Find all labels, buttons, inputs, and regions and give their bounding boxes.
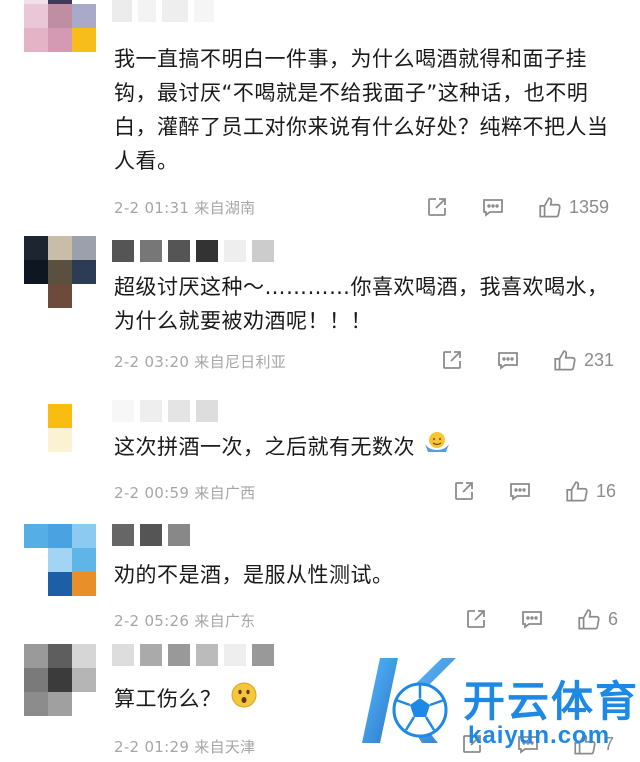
thumbs-up-icon[interactable] — [537, 195, 561, 219]
shrug-emoji-icon — [422, 430, 452, 466]
like-count: 231 — [584, 349, 615, 370]
comment-meta: 2-2 01:31 来自湖南 — [114, 199, 256, 217]
share-icon[interactable] — [464, 607, 488, 631]
username-blurred[interactable] — [112, 644, 274, 666]
like-count: 16 — [596, 480, 617, 501]
comment-icon[interactable] — [508, 479, 532, 503]
comment-text: 这次拼酒一次，之后就有无数次 — [114, 430, 614, 466]
comment-meta: 2-2 03:20 来自尼日利亚 — [114, 353, 287, 371]
comment-meta: 2-2 05:26 来自广东 — [114, 612, 256, 630]
comment-icon[interactable] — [496, 348, 520, 372]
username-blurred[interactable] — [112, 400, 218, 422]
comment-actions: 6 — [464, 607, 618, 631]
watermark-logo: 开云体育 kaiyun.com — [350, 648, 640, 758]
avatar[interactable] — [48, 404, 72, 452]
comment-text-content: 这次拼酒一次，之后就有无数次 — [114, 435, 415, 459]
comment-text: 超级讨厌这种～…………你喜欢喝酒，我喜欢喝水，为什么就要被劝酒呢！！！ — [114, 275, 609, 333]
surprised-emoji-icon — [229, 680, 259, 720]
username-blurred[interactable] — [112, 524, 190, 546]
watermark-brand-en: kaiyun.com — [468, 722, 611, 749]
thumbs-up-icon[interactable] — [564, 479, 588, 503]
comment-meta: 2-2 00:59 来自广西 — [114, 484, 256, 502]
comment-meta: 2-2 01:29 来自天津 — [114, 738, 256, 756]
comment-text: 我一直搞不明白一件事，为什么喝酒就得和面子挂钩，最讨厌“不喝就是不给我面子”这种… — [114, 47, 609, 173]
username-blurred[interactable] — [112, 0, 214, 22]
kaiyun-logo-icon — [362, 658, 456, 743]
comment-actions: 16 — [452, 479, 616, 503]
comment-icon[interactable] — [520, 607, 544, 631]
like-count: 6 — [608, 608, 619, 629]
thumbs-up-icon[interactable] — [576, 607, 600, 631]
avatar[interactable] — [24, 0, 96, 52]
avatar[interactable] — [24, 644, 96, 716]
share-icon[interactable] — [452, 479, 476, 503]
share-icon[interactable] — [440, 348, 464, 372]
thumbs-up-icon[interactable] — [552, 348, 576, 372]
username-blurred[interactable] — [112, 240, 274, 262]
avatar[interactable] — [24, 524, 96, 596]
comment-icon[interactable] — [481, 195, 505, 219]
watermark-brand-cn: 开云体育 — [463, 677, 640, 726]
comment-text-content: 算工伤么？ — [114, 687, 222, 711]
comment-actions: 231 — [440, 348, 614, 372]
avatar[interactable] — [24, 236, 96, 308]
comment-actions: 1359 — [425, 195, 609, 219]
like-count: 1359 — [569, 196, 610, 217]
share-icon[interactable] — [425, 195, 449, 219]
comment-text: 劝的不是酒，是服从性测试。 — [114, 563, 394, 587]
